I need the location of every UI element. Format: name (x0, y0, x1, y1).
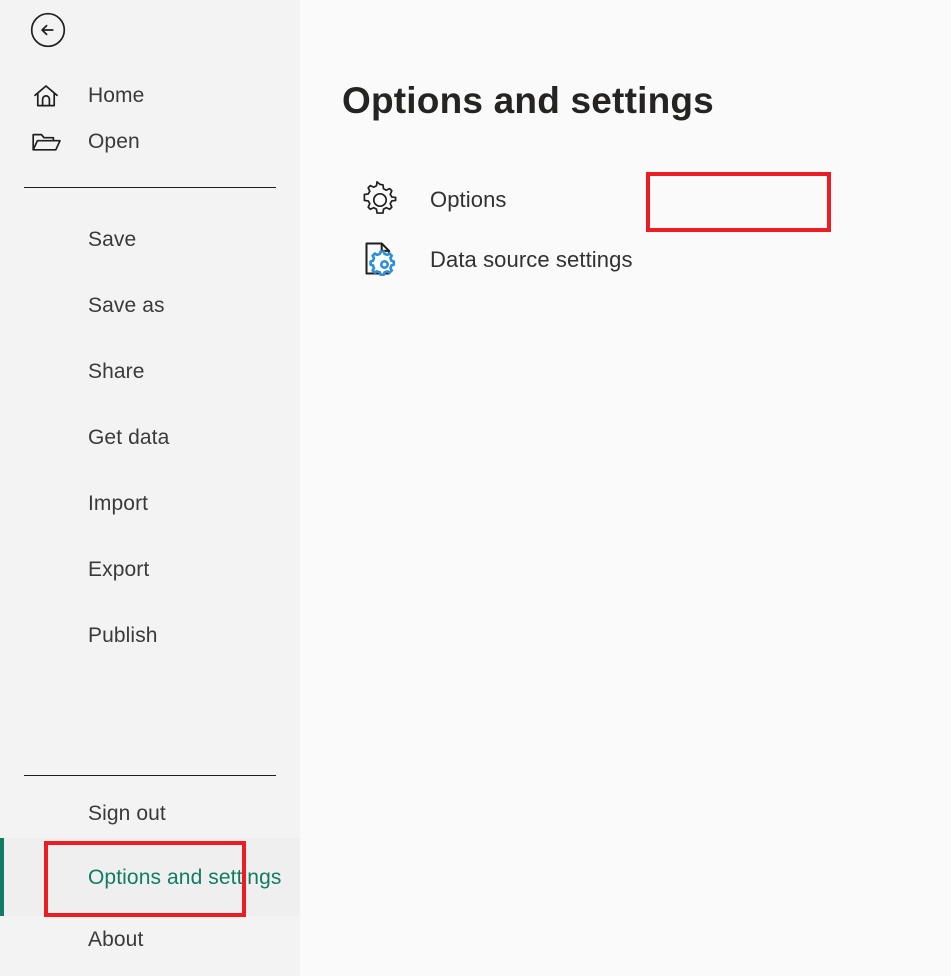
sidebar-divider-top (24, 187, 276, 188)
sidebar-item-label: Publish (0, 624, 158, 648)
sidebar-item-import[interactable]: Import (0, 471, 300, 537)
data-source-settings-button[interactable]: Data source settings (342, 230, 902, 290)
options-button[interactable]: Options (342, 170, 902, 230)
sidebar-top-nav: Home Open (0, 73, 300, 165)
sidebar-divider-bottom (24, 775, 276, 776)
back-arrow-circle-icon (29, 11, 67, 49)
sidebar-file-actions: Save Save as Share Get data Import Expor… (0, 207, 300, 669)
sidebar-item-home[interactable]: Home (0, 73, 300, 119)
open-folder-icon (26, 127, 66, 157)
sidebar-item-label: Home (88, 84, 144, 108)
main-content: Options and settings Options (300, 0, 951, 976)
settings-action-list: Options Data source settings (342, 170, 902, 290)
sidebar-item-label: Import (0, 492, 148, 516)
sidebar-item-label: Sign out (0, 802, 166, 826)
action-label: Data source settings (430, 247, 633, 273)
sidebar-item-options-and-settings[interactable]: Options and settings (0, 838, 300, 916)
sidebar-bottom-nav: Sign out Options and settings About (0, 790, 300, 964)
sidebar-item-label: Export (0, 558, 149, 582)
sidebar-item-open[interactable]: Open (0, 119, 300, 165)
sidebar-item-about[interactable]: About (0, 916, 300, 964)
sidebar: Home Open Save Save as Shar (0, 0, 300, 976)
home-icon (26, 81, 66, 111)
action-label: Options (430, 187, 507, 213)
selection-accent-bar (0, 838, 4, 916)
sidebar-item-label: About (0, 928, 143, 952)
sidebar-item-sign-out[interactable]: Sign out (0, 790, 300, 838)
sidebar-item-label: Get data (0, 426, 169, 450)
sidebar-item-label: Share (0, 360, 145, 384)
backstage-view: Home Open Save Save as Shar (0, 0, 951, 976)
back-button[interactable] (28, 10, 68, 50)
sidebar-item-save-as[interactable]: Save as (0, 273, 300, 339)
sidebar-item-label: Save as (0, 294, 165, 318)
sidebar-item-label: Save (0, 228, 136, 252)
sidebar-item-label: Open (88, 130, 140, 154)
sidebar-item-save[interactable]: Save (0, 207, 300, 273)
sidebar-item-export[interactable]: Export (0, 537, 300, 603)
document-gear-icon (354, 238, 406, 282)
sidebar-item-label: Options and settings (0, 862, 281, 893)
sidebar-item-get-data[interactable]: Get data (0, 405, 300, 471)
sidebar-item-publish[interactable]: Publish (0, 603, 300, 669)
gear-icon (354, 180, 406, 220)
page-title: Options and settings (342, 80, 714, 122)
sidebar-item-share[interactable]: Share (0, 339, 300, 405)
